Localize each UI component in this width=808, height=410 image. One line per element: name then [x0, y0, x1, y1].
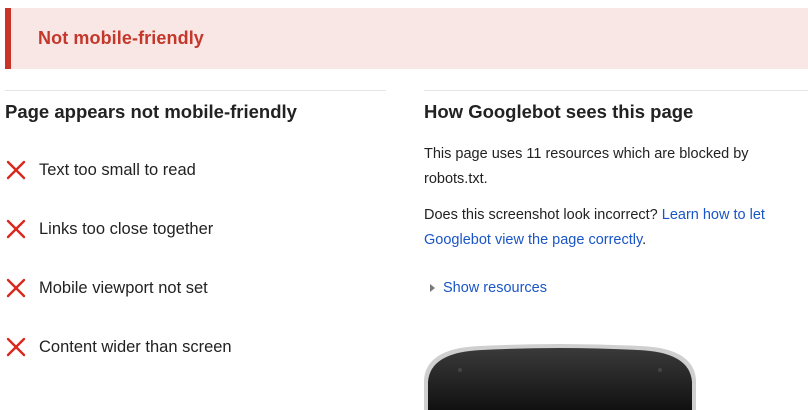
issue-item: Content wider than screen: [6, 335, 232, 359]
issue-label: Links too close together: [39, 219, 214, 238]
show-resources-toggle[interactable]: Show resources: [430, 278, 547, 298]
issue-item: Mobile viewport not set: [6, 276, 208, 300]
right-divider: [424, 90, 808, 91]
phone-preview-image: [424, 344, 696, 410]
expand-triangle-icon: [430, 284, 435, 292]
x-icon: [6, 278, 26, 298]
issues-heading: Page appears not mobile-friendly: [5, 101, 297, 122]
incorrect-screenshot-text: Does this screenshot look incorrect? Lea…: [424, 203, 796, 253]
left-divider: [5, 90, 386, 91]
issue-label: Mobile viewport not set: [39, 278, 208, 297]
show-resources-label: Show resources: [443, 280, 547, 296]
issue-item: Links too close together: [6, 217, 213, 241]
banner-title: Not mobile-friendly: [38, 28, 204, 48]
issue-label: Content wider than screen: [39, 337, 232, 356]
x-icon: [6, 219, 26, 239]
blocked-resources-text: This page uses 11 resources which are bl…: [424, 146, 749, 187]
status-banner: Not mobile-friendly: [5, 8, 808, 69]
issue-label: Text too small to read: [39, 160, 196, 179]
x-icon: [6, 337, 26, 357]
incorrect-suffix: .: [642, 232, 647, 248]
x-icon: [6, 160, 26, 180]
googlebot-heading: How Googlebot sees this page: [424, 101, 694, 122]
issue-item: Text too small to read: [6, 158, 196, 182]
incorrect-prefix: Does this screenshot look incorrect?: [424, 207, 662, 223]
